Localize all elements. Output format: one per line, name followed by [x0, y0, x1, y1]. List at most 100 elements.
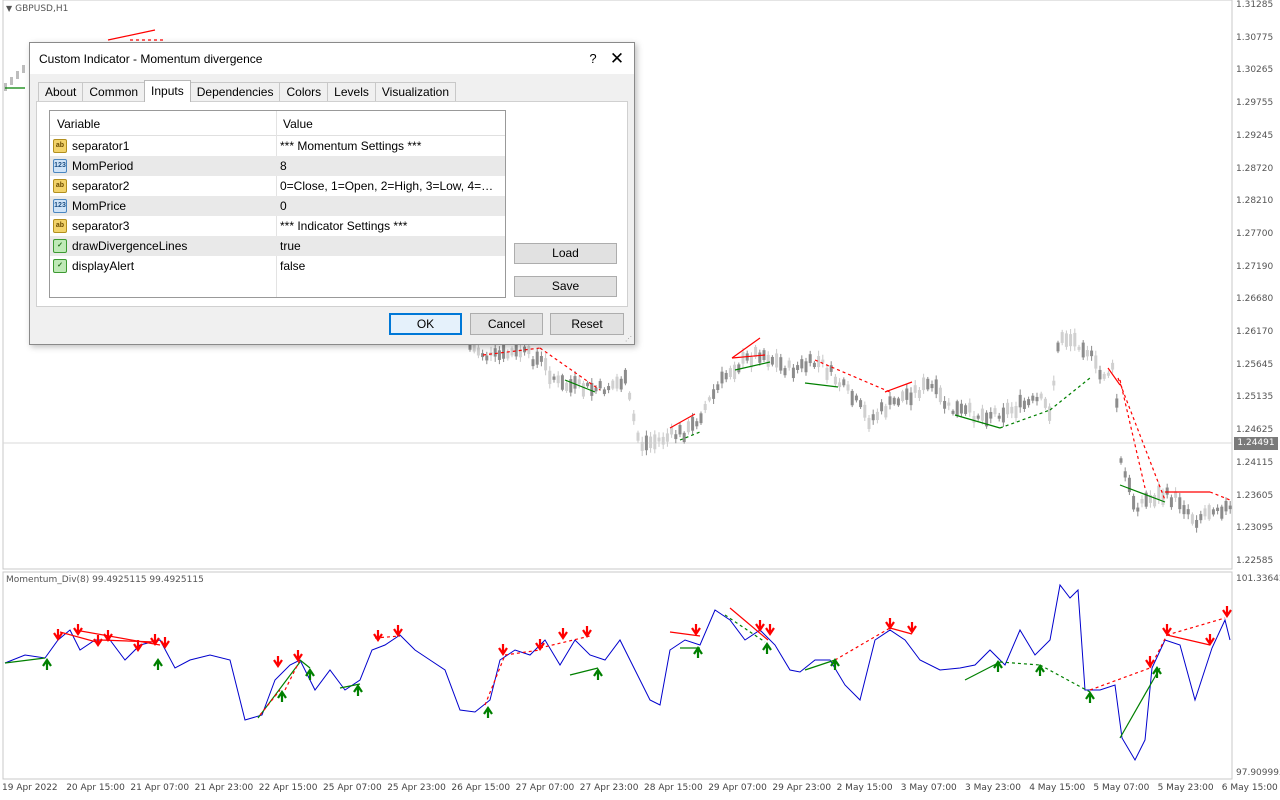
- candle-body: [859, 400, 863, 408]
- price-tick-label: 1.28720: [1236, 163, 1274, 174]
- date-tick-label: 26 Apr 15:00: [451, 783, 511, 793]
- candle-body: [703, 404, 707, 411]
- candle-body: [993, 408, 997, 415]
- candle-body: [544, 358, 548, 371]
- resize-grip-icon[interactable]: ⋰: [625, 335, 633, 343]
- price-tick-label: 1.24625: [1236, 425, 1274, 436]
- date-tick-label: 2 May 15:00: [836, 783, 893, 793]
- candle-body: [4, 83, 7, 91]
- candle-body: [1035, 396, 1039, 402]
- date-tick-label: 3 May 23:00: [965, 783, 1021, 793]
- load-button[interactable]: Load: [514, 243, 617, 264]
- candle-body: [707, 397, 711, 401]
- candle-body: [1064, 333, 1068, 347]
- dialog-tabs: About Common Inputs Dependencies Colors …: [38, 80, 457, 102]
- candle-body: [775, 353, 779, 368]
- candle-body: [825, 367, 829, 380]
- candle-body: [1157, 485, 1161, 500]
- candle-body: [783, 368, 787, 376]
- price-tick-label: 1.30775: [1236, 32, 1274, 43]
- variable-value[interactable]: *** Indicator Settings ***: [280, 219, 502, 233]
- candle-body: [896, 398, 900, 406]
- variable-value[interactable]: 0=Close, 1=Open, 2=High, 3=Low, 4=Media.…: [280, 179, 502, 193]
- candle-body: [556, 375, 560, 384]
- table-row[interactable]: ✓ drawDivergenceLines true: [50, 236, 505, 256]
- table-row[interactable]: 123 MomPrice 0: [50, 196, 505, 216]
- candle-body: [934, 379, 938, 395]
- candle-body: [16, 71, 19, 79]
- candle-body: [779, 357, 783, 371]
- column-header-variable[interactable]: Variable: [57, 117, 100, 131]
- variable-name: separator1: [72, 139, 130, 153]
- table-header: Variable Value: [50, 111, 505, 136]
- candle-body: [607, 386, 611, 391]
- string-type-icon: ab: [53, 219, 67, 233]
- close-button[interactable]: ✕: [600, 45, 634, 73]
- candle-body: [493, 348, 497, 357]
- table-row[interactable]: ab separator3 *** Indicator Settings ***: [50, 216, 505, 236]
- price-tick-label: 1.29245: [1236, 130, 1274, 141]
- tab-colors[interactable]: Colors: [279, 82, 329, 102]
- candle-body: [1022, 400, 1026, 409]
- tab-about[interactable]: About: [38, 82, 84, 102]
- variable-name: MomPeriod: [72, 159, 134, 173]
- variable-name: drawDivergenceLines: [72, 239, 188, 253]
- candle-body: [1127, 477, 1131, 493]
- candle-body: [1216, 507, 1220, 512]
- candle-body: [980, 408, 984, 421]
- candle-body: [821, 359, 825, 363]
- variable-value[interactable]: false: [280, 259, 502, 273]
- date-tick-label: 21 Apr 07:00: [130, 783, 190, 793]
- date-tick-label: 19 Apr 2022: [2, 783, 58, 793]
- candle-body: [1085, 350, 1089, 357]
- candle-body: [1123, 471, 1127, 478]
- cancel-button[interactable]: Cancel: [470, 313, 543, 335]
- variable-value[interactable]: 0: [280, 199, 502, 213]
- candle-body: [901, 391, 905, 401]
- dropdown-triangle-icon[interactable]: ▼: [6, 4, 12, 13]
- candle-body: [913, 385, 917, 393]
- candle-body: [888, 396, 892, 405]
- tab-levels[interactable]: Levels: [327, 82, 376, 102]
- table-row[interactable]: ✓ displayAlert false: [50, 256, 505, 276]
- candle-body: [892, 397, 896, 405]
- tab-inputs[interactable]: Inputs: [144, 80, 191, 102]
- variable-value[interactable]: 8: [280, 159, 502, 173]
- reset-button[interactable]: Reset: [550, 313, 624, 335]
- tab-dependencies[interactable]: Dependencies: [189, 82, 281, 102]
- date-tick-label: 21 Apr 23:00: [194, 783, 254, 793]
- candle-body: [838, 382, 842, 388]
- table-row[interactable]: 123 MomPeriod 8: [50, 156, 505, 176]
- symbol-title[interactable]: ▼ GBPUSD,H1: [6, 4, 68, 14]
- integer-type-icon: 123: [53, 159, 67, 173]
- inputs-table[interactable]: Variable Value ab separator1 *** Momentum …: [49, 110, 506, 298]
- candle-body: [1203, 508, 1207, 517]
- ok-button[interactable]: OK: [389, 313, 462, 335]
- dialog-titlebar[interactable]: Custom Indicator - Momentum divergence ?…: [30, 43, 634, 74]
- table-row[interactable]: ab separator2 0=Close, 1=Open, 2=High, 3=L…: [50, 176, 505, 196]
- candle-body: [829, 365, 833, 372]
- price-tick-label: 1.26680: [1236, 294, 1274, 305]
- candle-body: [619, 378, 623, 390]
- price-tick-label: 1.31285: [1236, 0, 1274, 10]
- candle-body: [586, 382, 590, 387]
- candle-body: [1211, 509, 1215, 515]
- tab-visualization[interactable]: Visualization: [374, 82, 457, 102]
- variable-value[interactable]: *** Momentum Settings ***: [280, 139, 502, 153]
- candle-body: [10, 77, 13, 85]
- save-button[interactable]: Save: [514, 276, 617, 297]
- candle-body: [539, 355, 543, 362]
- variable-value[interactable]: true: [280, 239, 502, 253]
- candle-body: [506, 351, 510, 359]
- candle-body: [674, 434, 678, 440]
- column-header-value[interactable]: Value: [283, 117, 313, 131]
- candle-body: [1077, 346, 1081, 350]
- table-row[interactable]: ab separator1 *** Momentum Settings ***: [50, 136, 505, 156]
- candle-body: [758, 352, 762, 363]
- date-tick-label: 5 May 23:00: [1157, 783, 1214, 793]
- date-tick-label: 27 Apr 23:00: [579, 783, 639, 793]
- tab-common[interactable]: Common: [82, 82, 146, 102]
- candle-body: [989, 412, 993, 419]
- price-tick-label: 1.22585: [1236, 555, 1274, 566]
- price-tick-label: 1.27700: [1236, 228, 1274, 239]
